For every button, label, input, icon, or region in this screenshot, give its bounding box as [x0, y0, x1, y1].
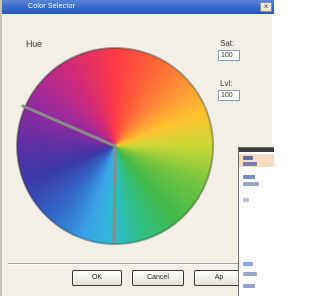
saturation-label: Sat:	[220, 39, 235, 48]
level-input[interactable]: 100	[218, 90, 240, 101]
cancel-button[interactable]: Cancel	[132, 270, 184, 286]
apply-button[interactable]: Ap	[194, 270, 244, 286]
ok-button[interactable]: OK	[72, 270, 122, 286]
background-window-text	[243, 262, 253, 266]
level-label: Lvl:	[220, 79, 233, 88]
title-bar: Color Selector ×	[2, 0, 274, 14]
divider	[8, 263, 270, 265]
background-window-header	[239, 154, 274, 167]
background-window-text	[243, 272, 257, 276]
close-button[interactable]: ×	[260, 2, 272, 12]
background-window-text	[243, 284, 255, 288]
hue-color-wheel[interactable]	[17, 48, 213, 244]
color-selector-dialog: Color Selector × Hue Sat: 100 Lvl: 100 O…	[0, 0, 274, 296]
close-icon: ×	[263, 2, 269, 11]
background-window-titlebar	[239, 148, 274, 152]
background-window	[238, 147, 274, 296]
background-window-text	[243, 175, 255, 179]
background-window-text	[243, 182, 259, 186]
window-title: Color Selector	[28, 3, 76, 10]
background-window-text	[243, 198, 249, 202]
hue-marker-icon	[21, 104, 117, 244]
background-window-text	[243, 156, 253, 160]
background-window-text	[243, 162, 257, 166]
saturation-input[interactable]: 100	[218, 50, 240, 61]
